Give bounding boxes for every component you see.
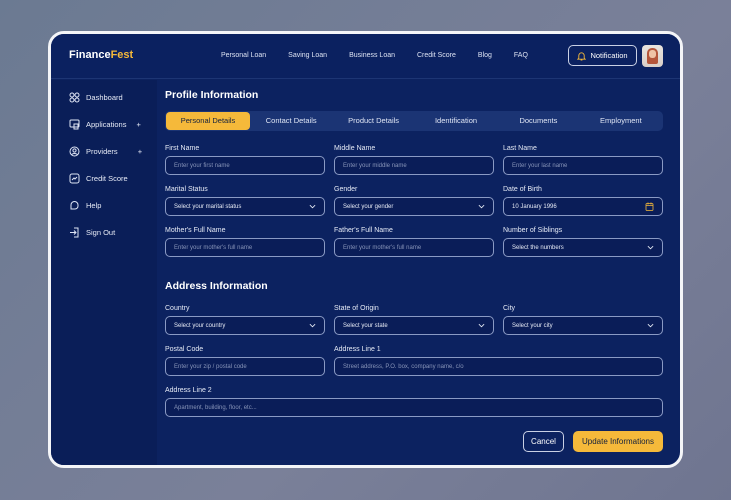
nav-business-loan[interactable]: Business Loan — [349, 52, 395, 59]
nav-saving-loan[interactable]: Saving Loan — [288, 52, 327, 59]
profile-field-label: Number of Siblings — [503, 227, 563, 234]
address-select[interactable]: Select your country — [165, 316, 325, 335]
expand-icon[interactable]: + — [136, 120, 140, 129]
profile-input[interactable]: Enter your middle name — [334, 156, 494, 175]
profile-field-label: Gender — [334, 186, 358, 193]
address-select[interactable]: Select your state — [334, 316, 494, 335]
calendar-icon[interactable] — [645, 202, 654, 211]
chevron-down-icon — [647, 323, 654, 328]
chevron-down-icon — [478, 204, 485, 209]
address-select[interactable]: Select your city — [503, 316, 663, 335]
chevron-down-icon — [309, 204, 316, 209]
chart-icon — [69, 173, 80, 184]
nav-credit-score[interactable]: Credit Score — [417, 52, 456, 59]
profile-select[interactable]: Select your marital status — [165, 197, 325, 216]
user-circle-icon — [69, 146, 80, 157]
nav-faq[interactable]: FAQ — [514, 52, 528, 59]
address-field-label: City — [503, 305, 516, 312]
address-field-label: Address Line 2 — [165, 387, 212, 394]
address-input[interactable]: Street address, P.O. box, company name, … — [334, 357, 663, 376]
profile-field-label: Mother's Full Name — [165, 227, 226, 234]
top-nav: Personal Loan Saving Loan Business Loan … — [221, 52, 550, 59]
logo[interactable]: FinanceFest — [69, 49, 133, 61]
profile-select[interactable]: Select the numbers — [503, 238, 663, 257]
profile-input[interactable]: Enter your mother's full name — [334, 238, 494, 257]
profile-date-picker[interactable]: 10 January 1996 — [503, 197, 663, 216]
profile-input[interactable]: Enter your mother's full name — [165, 238, 325, 257]
profile-tabs: Personal Details Contact Details Product… — [165, 111, 663, 131]
cancel-button[interactable]: Cancel — [523, 431, 564, 452]
sidebar: Dashboard Applications + Providers + Credi… — [51, 80, 157, 465]
app-window: FinanceFest Personal Loan Saving Loan Bu… — [48, 31, 683, 468]
bell-icon — [577, 51, 587, 60]
sidebar-item-help[interactable]: Help — [69, 200, 101, 211]
profile-field-label: First Name — [165, 145, 200, 152]
sidebar-item-credit-score[interactable]: Credit Score — [69, 173, 128, 184]
address-title: Address Information — [165, 280, 268, 292]
sidebar-item-sign-out[interactable]: Sign Out — [69, 227, 115, 238]
profile-input[interactable]: Enter your last name — [503, 156, 663, 175]
grid-icon — [69, 92, 80, 103]
address-field-label: Country — [165, 305, 190, 312]
address-field-label: Postal Code — [165, 346, 204, 353]
profile-field-label: Middle Name — [334, 145, 376, 152]
expand-icon[interactable]: + — [138, 147, 142, 156]
tab-documents[interactable]: Documents — [497, 112, 579, 130]
profile-select[interactable]: Select your gender — [334, 197, 494, 216]
tab-contact-details[interactable]: Contact Details — [250, 112, 332, 130]
sidebar-item-applications[interactable]: Applications + — [69, 119, 141, 130]
tab-identification[interactable]: Identification — [415, 112, 497, 130]
tab-product-details[interactable]: Product Details — [332, 112, 414, 130]
profile-title: Profile Information — [165, 89, 259, 101]
sidebar-item-dashboard[interactable]: Dashboard — [69, 92, 123, 103]
top-header: FinanceFest Personal Loan Saving Loan Bu… — [51, 34, 680, 79]
signout-icon — [70, 227, 79, 238]
help-icon — [70, 201, 79, 210]
address-input[interactable]: Apartment, building, floor, etc... — [165, 398, 663, 417]
chevron-down-icon — [309, 323, 316, 328]
chevron-down-icon — [478, 323, 485, 328]
update-button[interactable]: Update Informations — [573, 431, 663, 452]
address-field-label: Address Line 1 — [334, 346, 381, 353]
profile-field-label: Marital Status — [165, 186, 208, 193]
applications-icon — [69, 119, 80, 130]
sidebar-item-providers[interactable]: Providers + — [69, 146, 142, 157]
profile-input[interactable]: Enter your first name — [165, 156, 325, 175]
avatar[interactable] — [642, 45, 663, 67]
notification-button[interactable]: Notification — [568, 45, 637, 66]
tab-personal-details[interactable]: Personal Details — [166, 112, 250, 130]
nav-personal-loan[interactable]: Personal Loan — [221, 52, 266, 59]
nav-blog[interactable]: Blog — [478, 52, 492, 59]
address-field-label: State of Origin — [334, 305, 379, 312]
chevron-down-icon — [647, 245, 654, 250]
tab-employment[interactable]: Employment — [580, 112, 662, 130]
profile-field-label: Father's Full Name — [334, 227, 393, 234]
profile-field-label: Date of Birth — [503, 186, 542, 193]
address-input[interactable]: Enter your zip / postal code — [165, 357, 325, 376]
profile-field-label: Last Name — [503, 145, 537, 152]
